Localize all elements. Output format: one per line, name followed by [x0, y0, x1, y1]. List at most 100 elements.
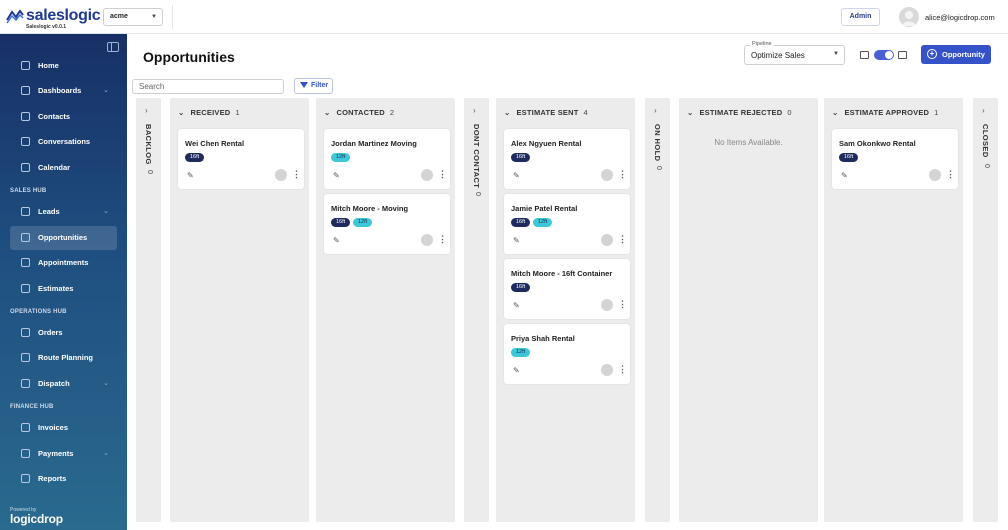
empty-state: No Items Available. — [714, 138, 783, 147]
column-dont-contact-collapsed[interactable]: › DONT CONTACT 0 — [464, 98, 489, 522]
add-opportunity-button[interactable]: + Opportunity — [921, 45, 991, 64]
search-input[interactable] — [132, 79, 284, 94]
sidebar-item-label: Contacts — [38, 112, 71, 121]
column-header[interactable]: ⌄ ESTIMATE SENT 4 — [504, 108, 588, 117]
sidebar-item-contacts[interactable]: Contacts — [10, 105, 117, 129]
orders-icon — [21, 328, 30, 337]
pencil-icon[interactable]: ✎ — [513, 171, 520, 180]
opportunity-card[interactable]: Mitch Moore - 16ft Container 16ft ✎ ⋮ — [504, 259, 630, 319]
chevron-right-icon[interactable]: › — [982, 106, 985, 115]
more-options-icon[interactable]: ⋮ — [438, 169, 447, 179]
admin-button[interactable]: Admin — [841, 8, 880, 26]
brand-logo[interactable]: saleslogic Saleslogic v0.0.1 — [6, 6, 101, 32]
pipeline-value: Optimize Sales — [751, 51, 805, 60]
calendar-icon — [21, 163, 30, 172]
sidebar-item-label: Estimates — [38, 284, 74, 293]
pencil-icon[interactable]: ✎ — [513, 236, 520, 245]
column-header[interactable]: ⌄ CONTACTED 2 — [324, 108, 394, 117]
pencil-icon[interactable]: ✎ — [513, 301, 520, 310]
pencil-icon[interactable]: ✎ — [333, 171, 340, 180]
chevron-down-icon: ▼ — [833, 51, 839, 57]
sidebar-item-label: Reports — [38, 474, 67, 483]
sidebar-item-reports[interactable]: Reports — [10, 467, 117, 491]
column-closed-collapsed[interactable]: › CLOSED 0 — [973, 98, 998, 522]
tag-badge: 16ft — [331, 218, 351, 227]
opportunity-card[interactable]: Wei Chen Rental 16ft ✎ ⋮ — [178, 129, 304, 189]
more-options-icon[interactable]: ⋮ — [618, 299, 627, 309]
pencil-icon[interactable]: ✎ — [513, 366, 520, 375]
opportunity-card[interactable]: Jamie Patel Rental 16ft 12ft ✎ ⋮ — [504, 194, 630, 254]
opportunity-card[interactable]: Mitch Moore - Moving 16ft 12ft ✎ ⋮ — [324, 194, 450, 254]
dashboard-icon — [21, 86, 30, 95]
opportunity-card[interactable]: Jordan Martinez Moving 12ft ✎ ⋮ — [324, 129, 450, 189]
column-header[interactable]: ⌄ ESTIMATE REJECTED 0 — [687, 108, 792, 117]
chevron-down-icon: ⌄ — [103, 450, 109, 457]
org-select[interactable]: acme ▼ — [103, 8, 163, 26]
section-title-sales-hub: SALES HUB — [10, 188, 47, 194]
sidebar-item-route-planning[interactable]: Route Planning — [10, 346, 117, 370]
pencil-icon[interactable]: ✎ — [841, 171, 848, 180]
column-title: ESTIMATE SENT — [516, 108, 579, 117]
column-header[interactable]: ⌄ RECEIVED 1 — [178, 108, 240, 117]
more-options-icon[interactable]: ⋮ — [618, 364, 627, 374]
sidebar-item-leads[interactable]: Leads ⌄ — [10, 200, 117, 224]
chevron-down-icon: ⌄ — [324, 108, 331, 117]
opportunity-card[interactable]: Priya Shah Rental 12ft ✎ ⋮ — [504, 324, 630, 384]
sidebar-item-conversations[interactable]: Conversations — [10, 130, 117, 154]
pipeline-select[interactable]: Pipeline Optimize Sales ▼ — [744, 41, 845, 65]
pencil-icon[interactable]: ✎ — [187, 171, 194, 180]
dispatch-icon — [21, 379, 30, 388]
column-on-hold-collapsed[interactable]: › ON HOLD 0 — [645, 98, 670, 522]
more-options-icon[interactable]: ⋮ — [618, 169, 627, 179]
sidebar-item-orders[interactable]: Orders — [10, 321, 117, 345]
board-view-icon[interactable] — [898, 51, 907, 59]
sidebar-item-dashboards[interactable]: Dashboards ⌄ — [10, 79, 117, 103]
filter-button[interactable]: Filter — [294, 78, 333, 94]
sidebar-item-appointments[interactable]: Appointments — [10, 251, 117, 275]
table-view-icon[interactable] — [860, 51, 869, 59]
more-options-icon[interactable]: ⋮ — [292, 169, 301, 179]
sidebar-item-opportunities[interactable]: Opportunities — [10, 226, 117, 250]
chevron-down-icon: ⌄ — [103, 87, 109, 94]
more-options-icon[interactable]: ⋮ — [438, 234, 447, 244]
chevron-right-icon[interactable]: › — [654, 106, 657, 115]
column-count: 0 — [474, 192, 481, 196]
chevron-down-icon: ⌄ — [504, 108, 511, 117]
sidebar-collapse-icon[interactable] — [107, 42, 119, 52]
more-options-icon[interactable]: ⋮ — [946, 169, 955, 179]
column-backlog-collapsed[interactable]: › BACKLOG 0 — [136, 98, 161, 522]
chevron-right-icon[interactable]: › — [145, 106, 148, 115]
chevron-right-icon[interactable]: › — [473, 106, 476, 115]
tag-badge: 16ft — [839, 153, 859, 162]
pencil-icon[interactable]: ✎ — [333, 236, 340, 245]
sidebar-item-estimates[interactable]: Estimates — [10, 277, 117, 301]
sidebar-item-label: Invoices — [38, 423, 69, 432]
column-header[interactable]: ⌄ ESTIMATE APPROVED 1 — [832, 108, 939, 117]
user-icon — [902, 11, 916, 26]
card-title: Jordan Martinez Moving — [331, 139, 417, 148]
sidebar-item-calendar[interactable]: Calendar — [10, 156, 117, 180]
user-email[interactable]: alice@logicdrop.com — [925, 13, 995, 22]
user-avatar[interactable] — [899, 7, 919, 27]
tag-badge: 12ft — [511, 348, 531, 357]
column-received: ⌄ RECEIVED 1 Wei Chen Rental 16ft ✎ ⋮ — [170, 98, 309, 522]
sidebar-item-home[interactable]: Home — [10, 54, 117, 78]
sidebar-item-invoices[interactable]: Invoices — [10, 416, 117, 440]
payment-icon — [21, 449, 30, 458]
sidebar: Home Dashboards ⌄ Contacts Conversations… — [0, 34, 127, 530]
opportunity-card[interactable]: Alex Ngyuen Rental 16ft ✎ ⋮ — [504, 129, 630, 189]
sidebar-item-label: Dashboards — [38, 86, 82, 95]
card-title: Alex Ngyuen Rental — [511, 139, 582, 148]
avatar — [601, 299, 613, 311]
chevron-down-icon: ⌄ — [103, 208, 109, 215]
opportunity-card[interactable]: Sam Okonkwo Rental 16ft ✎ ⋮ — [832, 129, 958, 189]
column-title: ON HOLD — [653, 124, 662, 162]
sidebar-item-payments[interactable]: Payments ⌄ — [10, 442, 117, 466]
sidebar-item-dispatch[interactable]: Dispatch ⌄ — [10, 372, 117, 396]
sidebar-item-label: Route Planning — [38, 353, 93, 362]
view-toggle[interactable] — [874, 50, 894, 60]
more-options-icon[interactable]: ⋮ — [618, 234, 627, 244]
card-title: Sam Okonkwo Rental — [839, 139, 916, 148]
column-count: 0 — [983, 164, 990, 168]
card-title: Jamie Patel Rental — [511, 204, 578, 213]
